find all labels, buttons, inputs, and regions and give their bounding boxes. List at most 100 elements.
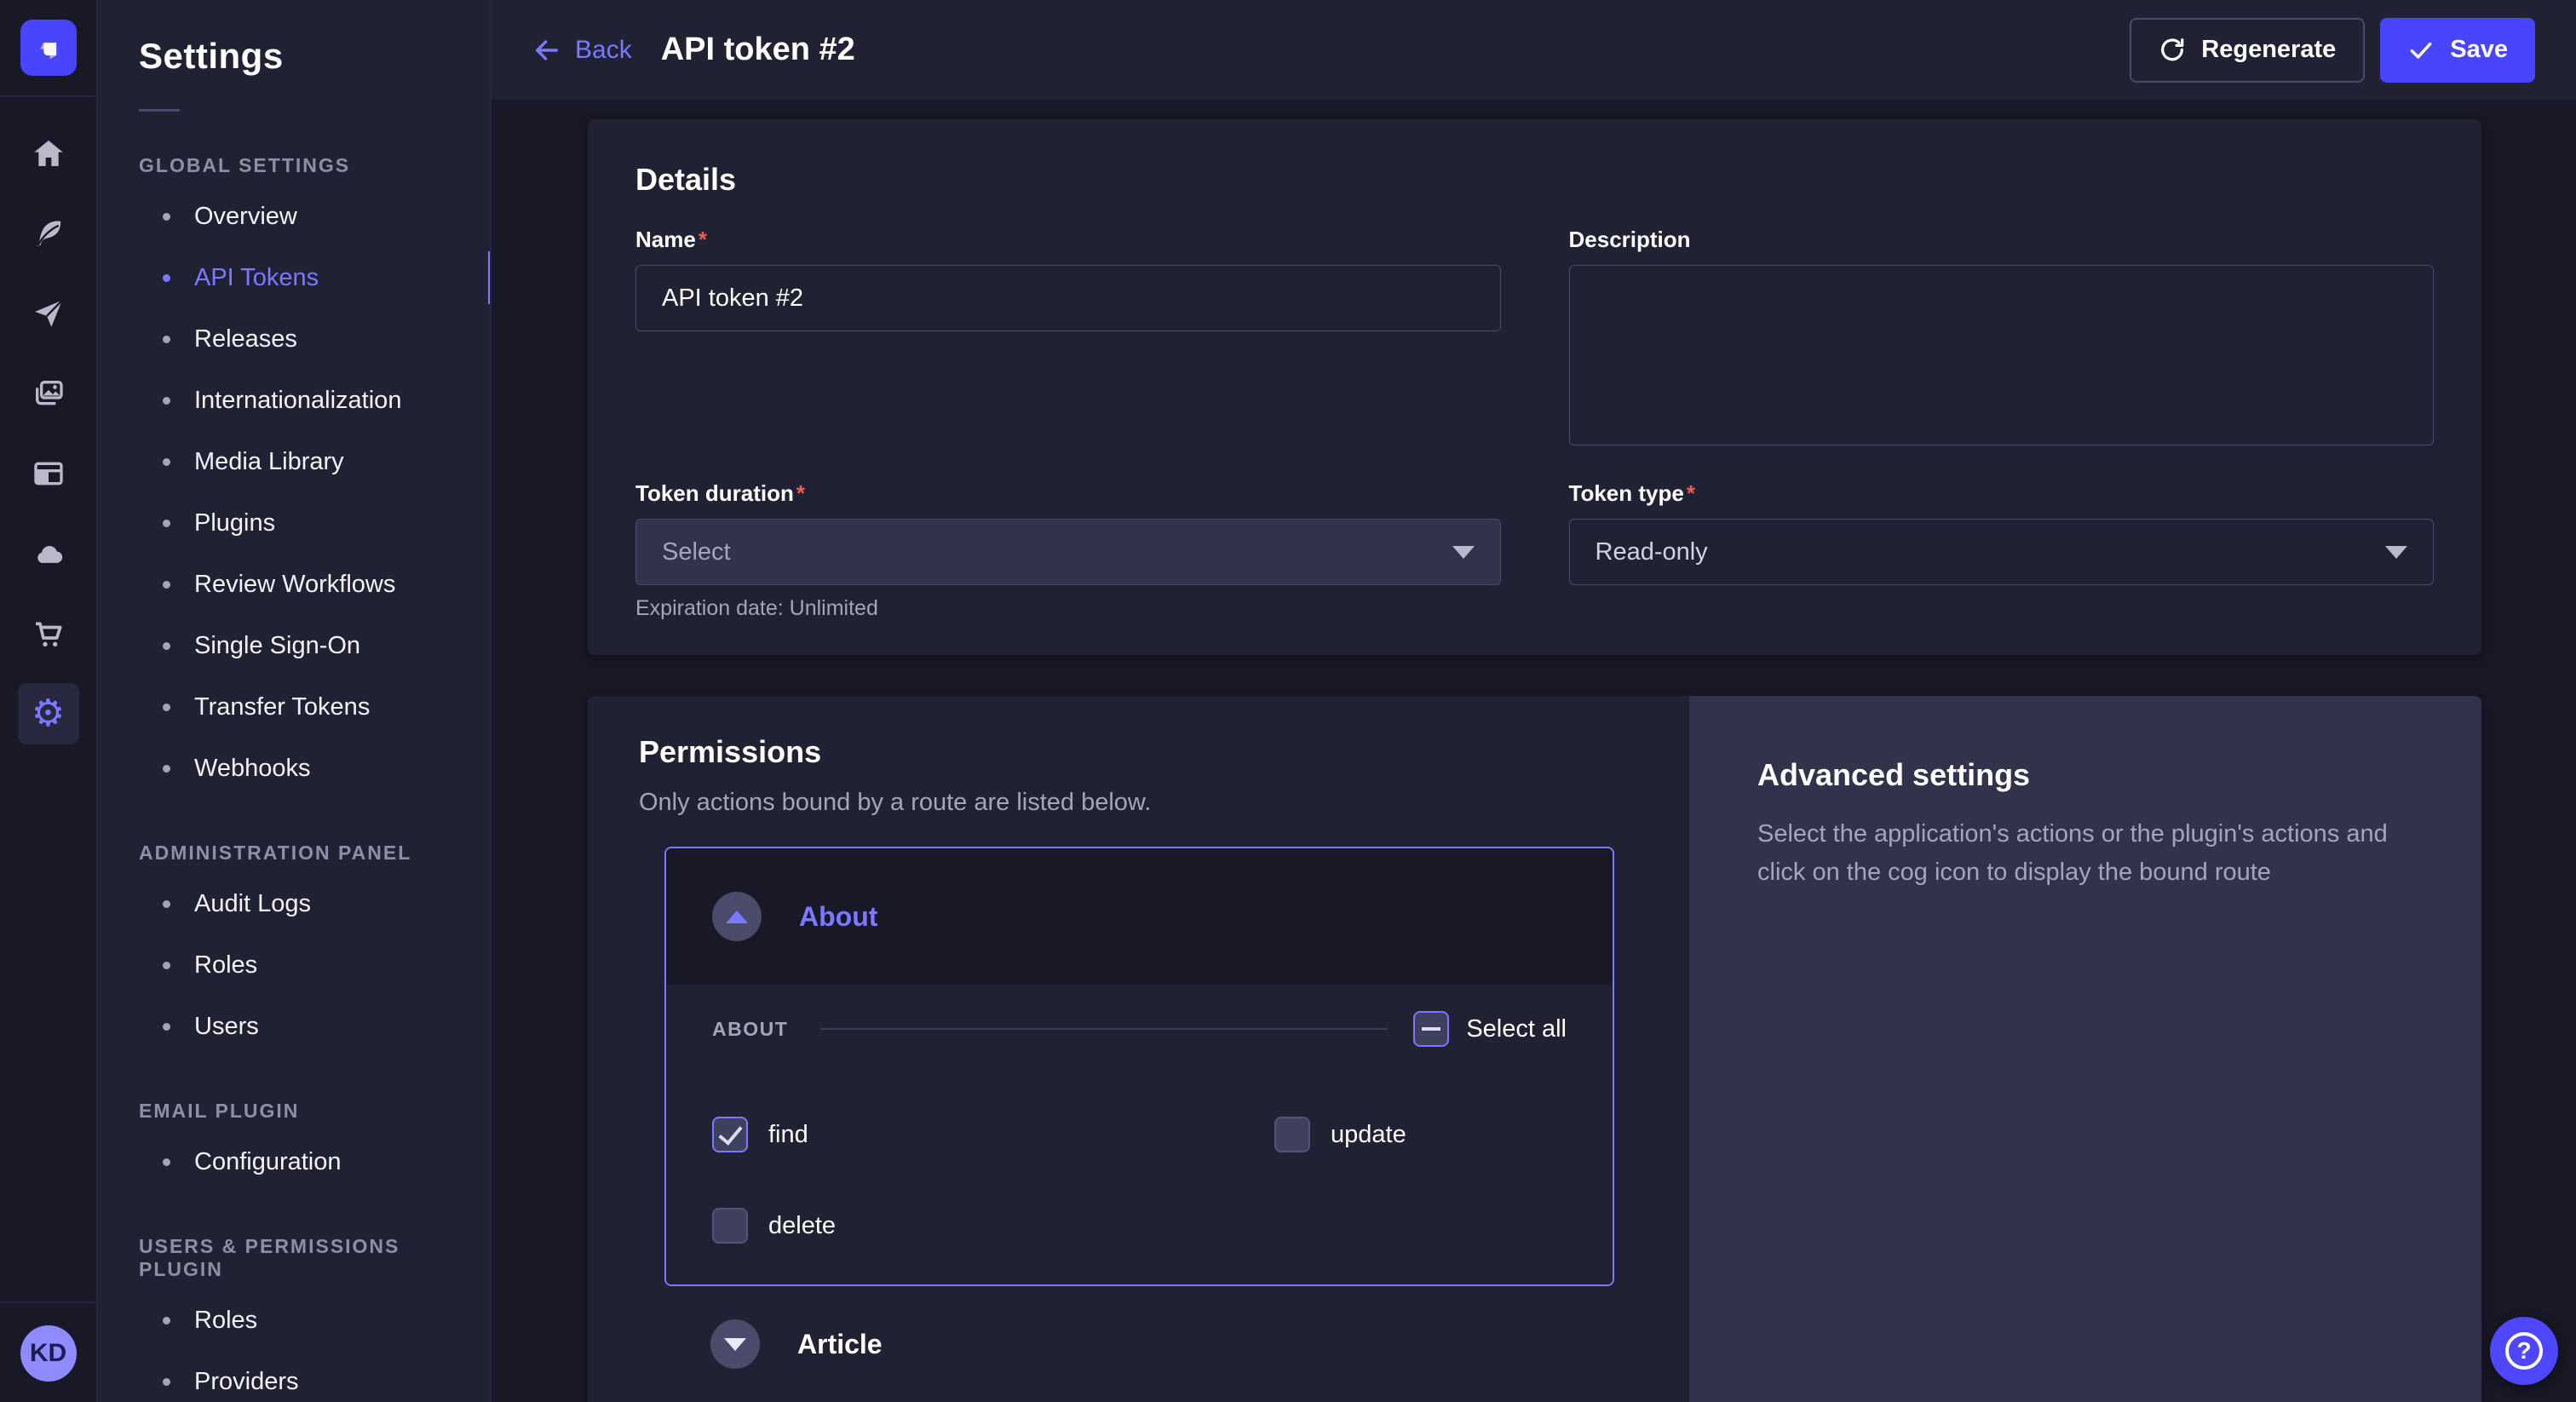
sidebar-item-overview[interactable]: Overview [98,186,490,247]
token-type-field: Token type* Read-only [1569,480,2435,621]
permissions-card: Permissions Only actions bound by a rout… [588,696,2481,1402]
save-label: Save [2450,36,2508,64]
settings-icon[interactable]: ⚙ [18,683,79,744]
check-icon [2407,37,2435,64]
media-icon[interactable] [18,363,79,424]
group-divider [820,1028,1388,1030]
advanced-settings-panel: Advanced settings Select the application… [1689,696,2481,1402]
regenerate-label: Regenerate [2201,36,2336,64]
action-find: find [712,1117,1274,1152]
token-type-select[interactable]: Read-only [1569,519,2435,585]
rail-bottom: KD [0,1301,96,1402]
sidebar-item-audit-logs[interactable]: Audit Logs [98,873,490,934]
section-global-settings: GLOBAL SETTINGS Overview API Tokens Rele… [98,154,490,799]
advanced-settings-description: Select the application's actions or the … [1757,815,2413,892]
section-label: USERS & PERMISSIONS PLUGIN [139,1235,490,1281]
description-field: Description [1569,227,2435,450]
sidebar-item-up-roles[interactable]: Roles [98,1290,490,1351]
feather-icon[interactable] [18,203,79,264]
action-update: update [1274,1117,1614,1152]
delete-label: delete [768,1212,836,1240]
chevron-down-icon [1452,546,1475,559]
required-asterisk: * [796,480,805,506]
sidebar-item-admin-roles[interactable]: Roles [98,934,490,996]
advanced-settings-title: Advanced settings [1757,757,2413,793]
logo-section [0,0,96,97]
about-group-row: ABOUT Select all [712,1011,1567,1047]
strapi-logo[interactable] [20,20,77,76]
page-content: Details Name* Description Token duration… [492,100,2576,1402]
page-title: API token #2 [661,32,855,68]
gear-glyph: ⚙ [32,695,65,733]
chevron-down-icon [2385,546,2407,559]
sidebar-item-media-library[interactable]: Media Library [98,431,490,492]
details-title: Details [635,162,2434,198]
save-button[interactable]: Save [2380,18,2535,83]
cloud-icon[interactable] [18,523,79,584]
name-field: Name* [635,227,1501,450]
sidebar-item-users[interactable]: Users [98,996,490,1057]
update-checkbox[interactable] [1274,1117,1310,1152]
send-icon[interactable] [18,283,79,344]
header-actions: Regenerate Save [2130,18,2535,83]
sidebar-item-transfer-tokens[interactable]: Transfer Tokens [98,676,490,738]
cart-icon[interactable] [18,603,79,664]
delete-checkbox[interactable] [712,1208,748,1244]
accordion-about: About ABOUT Select all find [664,847,1614,1286]
permissions-subtitle: Only actions bound by a route are listed… [639,789,1689,817]
sidebar-item-releases[interactable]: Releases [98,308,490,370]
expiration-hint: Expiration date: Unlimited [635,596,1501,621]
section-email-plugin: EMAIL PLUGIN Configuration [98,1100,490,1192]
icon-rail: ⚙ KD [0,0,98,1402]
subnav-title: Settings [139,36,490,77]
find-label: find [768,1121,808,1149]
actions-grid: find update delete [712,1117,1567,1244]
rail-icon-list: ⚙ [18,123,79,744]
sidebar-item-configuration[interactable]: Configuration [98,1131,490,1192]
token-duration-value: Select [662,538,731,566]
description-textarea[interactable] [1569,265,2435,445]
sidebar-item-providers[interactable]: Providers [98,1351,490,1402]
settings-subnav: Settings GLOBAL SETTINGS Overview API To… [98,0,492,1402]
layout-icon[interactable] [18,443,79,504]
accordion-about-header[interactable]: About [666,848,1613,985]
sidebar-item-plugins[interactable]: Plugins [98,492,490,554]
name-label: Name* [635,227,1501,253]
expand-button[interactable] [710,1319,760,1369]
find-checkbox[interactable] [712,1117,748,1152]
section-label: ADMINISTRATION PANEL [139,842,490,865]
sidebar-item-review-workflows[interactable]: Review Workflows [98,554,490,615]
accordion-about-title: About [799,901,877,933]
back-button[interactable]: Back [532,36,632,65]
name-input[interactable] [635,265,1501,331]
collapse-button[interactable] [712,892,762,941]
accordion-article-header[interactable]: Article [710,1319,1689,1369]
arrow-left-icon [532,36,561,65]
sidebar-item-api-tokens[interactable]: API Tokens [98,247,490,308]
question-circle-icon: ? [2505,1332,2543,1370]
chevron-down-icon [724,1338,746,1351]
token-type-label: Token type* [1569,480,2435,507]
page-header: Back API token #2 Regenerate Save [492,0,2576,100]
section-users-permissions-plugin: USERS & PERMISSIONS PLUGIN Roles Provide… [98,1235,490,1402]
select-all-checkbox[interactable] [1413,1011,1449,1047]
select-all-label: Select all [1466,1015,1567,1043]
refresh-icon [2159,37,2186,64]
chevron-up-icon [726,911,748,923]
sidebar-item-internationalization[interactable]: Internationalization [98,370,490,431]
help-button[interactable]: ? [2490,1317,2558,1385]
section-label: GLOBAL SETTINGS [139,154,490,177]
avatar[interactable]: KD [20,1325,77,1382]
subnav-divider [139,109,180,112]
regenerate-button[interactable]: Regenerate [2130,18,2365,83]
description-label: Description [1569,227,2435,253]
about-group-label: ABOUT [712,1018,788,1041]
permissions-panel: Permissions Only actions bound by a rout… [588,696,1689,1402]
details-form: Name* Description Token duration* Select… [635,227,2434,621]
required-asterisk: * [699,227,707,252]
home-icon[interactable] [18,123,79,184]
accordion-about-body: ABOUT Select all find [666,985,1613,1284]
sidebar-item-webhooks[interactable]: Webhooks [98,738,490,799]
token-duration-select[interactable]: Select [635,519,1501,585]
sidebar-item-single-sign-on[interactable]: Single Sign-On [98,615,490,676]
